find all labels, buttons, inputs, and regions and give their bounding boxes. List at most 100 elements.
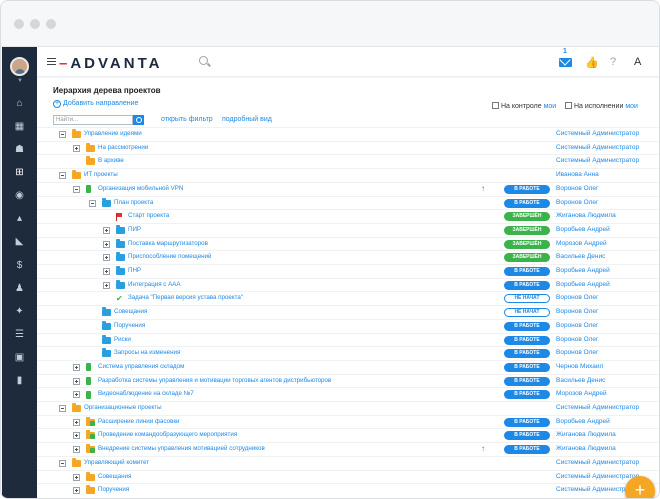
- sparkle-icon[interactable]: ✦: [2, 306, 37, 318]
- expand-icon[interactable]: [73, 363, 80, 371]
- tree-item-label[interactable]: ПИР: [128, 226, 141, 233]
- detailed-view-link[interactable]: подробный вид: [222, 116, 272, 123]
- tree-item-label[interactable]: Поставка маршрутизаторов: [128, 240, 208, 247]
- target-icon[interactable]: ◉: [2, 190, 37, 202]
- tree-row[interactable]: ИТ проекты Иванова Анна: [37, 168, 659, 182]
- mail-icon[interactable]: [559, 58, 572, 67]
- responsible-person[interactable]: Воронов Олег: [556, 349, 598, 356]
- tree-row[interactable]: ✔ Задача "Первая версия устава проекта" НЕ…: [37, 291, 659, 305]
- tree-item-label[interactable]: Совещания: [114, 308, 147, 315]
- responsible-person[interactable]: Воронов Олег: [556, 308, 598, 315]
- responsible-person[interactable]: Жиганова Людмила: [556, 212, 616, 219]
- tree-item-label[interactable]: Задача "Первая версия устава проекта": [128, 294, 243, 301]
- tree-row[interactable]: ПНР В РАБОТЕ Воробьев Андрей: [37, 264, 659, 278]
- responsible-person[interactable]: Васильев Денис: [556, 253, 605, 260]
- tree-row[interactable]: Внедрение системы управления мотивацией …: [37, 442, 659, 456]
- tree-item-label[interactable]: Интеграция с ААА: [128, 281, 180, 288]
- expand-icon[interactable]: [73, 377, 80, 385]
- responsible-person[interactable]: Воронов Олег: [556, 199, 598, 206]
- dollar-icon[interactable]: $: [2, 260, 37, 272]
- responsible-person[interactable]: Морозов Андрей: [556, 390, 607, 397]
- window-icon[interactable]: ▣: [2, 352, 37, 364]
- responsible-person[interactable]: Воробьев Андрей: [556, 226, 610, 233]
- tree-row[interactable]: Управляющий комитет Системный Администрат…: [37, 455, 659, 470]
- responsible-person[interactable]: Воронов Олег: [556, 294, 598, 301]
- menu-icon[interactable]: [47, 58, 56, 65]
- avatar[interactable]: [10, 57, 29, 76]
- responsible-person[interactable]: Системный Администратор: [556, 144, 639, 151]
- tree-row[interactable]: Старт проекта ЗАВЕРШЁН Жиганова Людмила: [37, 209, 659, 223]
- open-filter-link[interactable]: открыть фильтр: [161, 116, 213, 123]
- tree-row[interactable]: Приспособление помещений ЗАВЕРШЁН Васильев…: [37, 250, 659, 264]
- responsible-person[interactable]: Воронов Олег: [556, 322, 598, 329]
- tree-item-label[interactable]: Расширение линии фасовки: [98, 418, 180, 425]
- tree-row[interactable]: Поручения В РАБОТЕ Воронов Олег: [37, 318, 659, 333]
- tree-row[interactable]: Совещания НЕ НАЧАТ Воронов Олег: [37, 305, 659, 319]
- tree-item-label[interactable]: Риски: [114, 336, 131, 343]
- search-icon[interactable]: [199, 56, 208, 65]
- tree-item-label[interactable]: Внедрение системы управления мотивацией …: [98, 445, 265, 452]
- expand-icon[interactable]: [103, 254, 110, 262]
- responsible-person[interactable]: Иванова Анна: [556, 171, 599, 178]
- tree-item-label[interactable]: Система управления складом: [98, 363, 184, 370]
- users-icon[interactable]: ☗: [2, 144, 37, 156]
- tree-item-label[interactable]: План проекта: [114, 199, 153, 206]
- tree-row[interactable]: Организация мобильной VPN ↑ В РАБОТЕ Вороно…: [37, 181, 659, 196]
- tree-item-label[interactable]: Совещания: [98, 473, 131, 480]
- tree-item-label[interactable]: Управляющий комитет: [84, 459, 149, 466]
- responsible-person[interactable]: Чернов Михаил: [556, 363, 603, 370]
- tree-row[interactable]: Проведение командообразующего мероприяти…: [37, 428, 659, 442]
- collapse-icon[interactable]: [59, 131, 66, 138]
- calendar-icon[interactable]: ▦: [2, 121, 37, 133]
- collapse-icon[interactable]: [59, 459, 66, 467]
- expand-icon[interactable]: [103, 240, 110, 248]
- bookmark-icon[interactable]: ▮: [2, 375, 37, 387]
- language-icon[interactable]: A: [634, 56, 641, 68]
- tree-item-label[interactable]: Организация мобильной VPN: [98, 185, 183, 192]
- expand-icon[interactable]: [103, 281, 110, 289]
- tree-item-label[interactable]: Разработка системы управления и мотиваци…: [98, 377, 331, 384]
- tree-row[interactable]: Разработка системы управления и мотиваци…: [37, 373, 659, 388]
- tree-item-label[interactable]: Старт проекта: [128, 212, 169, 219]
- reports-icon[interactable]: ◣: [2, 236, 37, 248]
- responsible-person[interactable]: Васильев Денис: [556, 377, 605, 384]
- tree-row[interactable]: Организационные проекты Системный Админис…: [37, 401, 659, 415]
- tree-item-label[interactable]: Поручения: [98, 486, 129, 493]
- tree-item-label[interactable]: ИТ проекты: [84, 171, 118, 178]
- add-direction-button[interactable]: + Добавить направление: [53, 100, 138, 108]
- expand-icon[interactable]: [73, 418, 80, 426]
- tree-row[interactable]: Система управления складом В РАБОТЕ Чернов…: [37, 359, 659, 374]
- tree-row[interactable]: Расширение линии фасовки В РАБОТЕ Воробьев…: [37, 414, 659, 429]
- tree-item-label[interactable]: Видеонаблюдение на складе №7: [98, 390, 194, 397]
- collapse-icon[interactable]: [89, 199, 96, 207]
- responsible-person[interactable]: Морозов Андрей: [556, 240, 607, 247]
- tree-item-label[interactable]: Приспособление помещений: [128, 253, 211, 260]
- responsible-person[interactable]: Системный Администратор: [556, 130, 639, 137]
- collapse-icon[interactable]: [59, 405, 66, 412]
- tree-row[interactable]: Совещания Системный Администратор: [37, 469, 659, 484]
- expand-icon[interactable]: [73, 432, 80, 440]
- expand-icon[interactable]: [73, 473, 80, 481]
- thumbs-up-icon[interactable]: 👍: [585, 56, 599, 69]
- tree-item-label[interactable]: Проведение командообразующего мероприяти…: [98, 431, 237, 438]
- expand-icon[interactable]: [73, 487, 80, 495]
- responsible-person[interactable]: Системный Администратор: [556, 157, 639, 164]
- tree-item-label[interactable]: На рассмотрении: [98, 144, 148, 151]
- tree-row[interactable]: Интеграция с ААА В РАБОТЕ Воробьев Андрей: [37, 277, 659, 292]
- expand-icon[interactable]: [103, 268, 110, 275]
- tree-row[interactable]: ПИР ЗАВЕРШЁН Воробьев Андрей: [37, 222, 659, 237]
- tree-row[interactable]: Видеонаблюдение на складе №7 В РАБОТЕ Моро…: [37, 387, 659, 401]
- tree-row[interactable]: Поручения Системный Администратор: [37, 483, 659, 497]
- on-execution-checkbox[interactable]: На исполнении мои: [565, 102, 638, 110]
- tree-item-label[interactable]: Организационные проекты: [84, 404, 162, 411]
- responsible-person[interactable]: Воробьев Андрей: [556, 418, 610, 425]
- expand-icon[interactable]: [73, 391, 80, 399]
- tree-row[interactable]: Риски В РАБОТЕ Воронов Олег: [37, 332, 659, 347]
- responsible-person[interactable]: Системный Администратор: [556, 459, 639, 466]
- responsible-person[interactable]: Воробьев Андрей: [556, 281, 610, 288]
- tree-row[interactable]: Запросы на изменения В РАБОТЕ Воронов Олег: [37, 346, 659, 360]
- tree-row[interactable]: План проекта В РАБОТЕ Воронов Олег: [37, 195, 659, 210]
- home-icon[interactable]: ⌂: [2, 98, 37, 110]
- hierarchy-icon[interactable]: ⊞: [2, 167, 37, 179]
- tree-item-label[interactable]: Запросы на изменения: [114, 349, 180, 356]
